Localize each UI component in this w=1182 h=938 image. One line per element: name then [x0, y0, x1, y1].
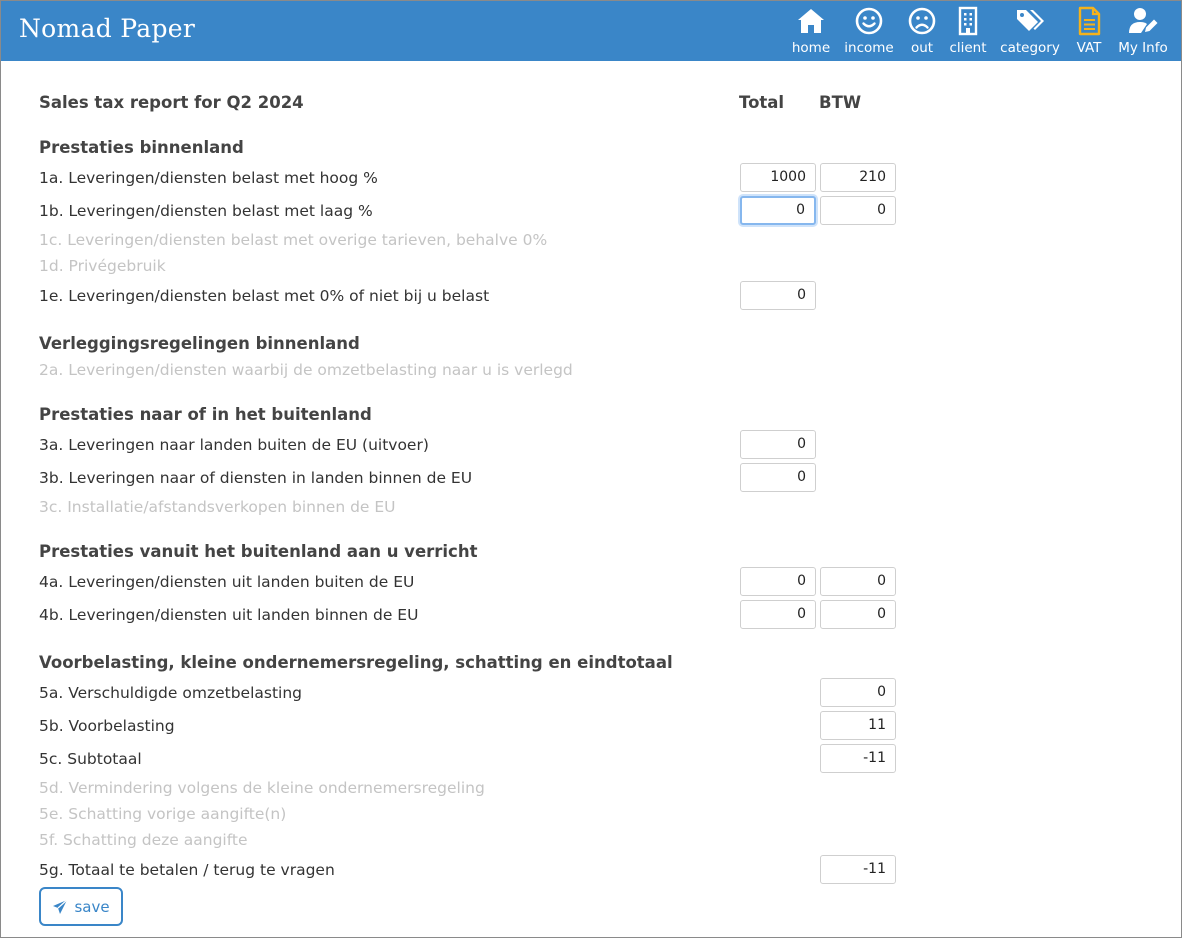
btw-input-5a[interactable]: 0 — [820, 678, 896, 707]
row-label-3c: 3c. Installatie/afstandsverkopen binnen … — [39, 498, 396, 516]
row-label-1e: 1e. Leveringen/diensten belast met 0% of… — [39, 287, 490, 305]
nav-myinfo-label: My Info — [1118, 40, 1168, 56]
total-input-3a[interactable]: 0 — [740, 430, 816, 459]
nav-home-label: home — [791, 40, 831, 56]
send-icon — [53, 899, 68, 914]
tags-icon — [1017, 10, 1044, 31]
nav-vat-label: VAT — [1076, 40, 1102, 56]
btw-input-1b[interactable]: 0 — [820, 196, 896, 225]
row-label-5g: 5g. Totaal te betalen / terug te vragen — [39, 861, 335, 879]
total-input-1b[interactable]: 0 — [740, 196, 816, 225]
app-logo[interactable]: Nomad Paper — [19, 14, 195, 43]
user-edit-icon — [1129, 8, 1158, 33]
frown-icon — [908, 7, 936, 35]
row-label-1c: 1c. Leveringen/diensten belast met overi… — [39, 231, 548, 249]
nav-category[interactable]: category — [999, 5, 1061, 59]
section-heading: Prestaties binnenland — [39, 138, 244, 157]
nav-home[interactable]: home — [791, 5, 831, 59]
section-heading: Verleggingsregelingen binnenland — [39, 334, 360, 353]
row-label-5b: 5b. Voorbelasting — [39, 717, 175, 735]
row-label-5c: 5c. Subtotaal — [39, 750, 142, 768]
row-label-1a: 1a. Leveringen/diensten belast met hoog … — [39, 169, 378, 187]
column-header-btw: BTW — [819, 93, 862, 112]
total-input-1a[interactable]: 1000 — [740, 163, 816, 192]
report-title: Sales tax report for Q2 2024 — [39, 93, 304, 112]
row-label-5f: 5f. Schatting deze aangifte — [39, 831, 248, 849]
nav-category-label: category — [1000, 40, 1060, 56]
smile-icon — [855, 7, 883, 35]
row-label-4a: 4a. Leveringen/diensten uit landen buite… — [39, 573, 415, 591]
btw-input-5g[interactable]: -11 — [820, 855, 896, 884]
nav-client-label: client — [949, 40, 987, 56]
save-button-label: save — [74, 897, 110, 916]
row-label-1d: 1d. Privégebruik — [39, 257, 166, 275]
row-label-5e: 5e. Schatting vorige aangifte(n) — [39, 805, 287, 823]
nav-myinfo[interactable]: My Info — [1115, 5, 1171, 59]
nav-client[interactable]: client — [948, 5, 988, 59]
nav-out[interactable]: out — [905, 5, 939, 59]
section-heading: Prestaties naar of in het buitenland — [39, 405, 372, 424]
column-header-total: Total — [739, 93, 785, 112]
section-heading: Prestaties vanuit het buitenland aan u v… — [39, 542, 478, 561]
building-icon — [958, 6, 978, 36]
row-label-3b: 3b. Leveringen naar of diensten in lande… — [39, 469, 473, 487]
row-label-1b: 1b. Leveringen/diensten belast met laag … — [39, 202, 373, 220]
total-input-4b[interactable]: 0 — [740, 600, 816, 629]
btw-input-5b[interactable]: 11 — [820, 711, 896, 740]
btw-input-4b[interactable]: 0 — [820, 600, 896, 629]
row-label-2a: 2a. Leveringen/diensten waarbij de omzet… — [39, 361, 573, 379]
total-input-4a[interactable]: 0 — [740, 567, 816, 596]
home-icon — [798, 9, 824, 33]
row-label-5a: 5a. Verschuldigde omzetbelasting — [39, 684, 302, 702]
top-navbar: Nomad Paper home income out client categ… — [1, 1, 1181, 61]
total-input-1e[interactable]: 0 — [740, 281, 816, 310]
nav-income-label: income — [844, 40, 894, 56]
row-label-5d: 5d. Vermindering volgens de kleine onder… — [39, 779, 485, 797]
app-window: Nomad Paper home income out client categ… — [0, 0, 1182, 938]
save-button[interactable]: save — [39, 887, 123, 926]
btw-input-4a[interactable]: 0 — [820, 567, 896, 596]
section-heading: Voorbelasting, kleine ondernemersregelin… — [39, 653, 673, 672]
row-label-3a: 3a. Leveringen naar landen buiten de EU … — [39, 436, 429, 454]
btw-input-1a[interactable]: 210 — [820, 163, 896, 192]
nav-income[interactable]: income — [844, 5, 894, 59]
btw-input-5c[interactable]: -11 — [820, 744, 896, 773]
nav-vat[interactable]: VAT — [1072, 5, 1106, 59]
row-label-4b: 4b. Leveringen/diensten uit landen binne… — [39, 606, 419, 624]
document-icon — [1078, 6, 1101, 36]
nav-out-label: out — [910, 40, 934, 56]
total-input-3b[interactable]: 0 — [740, 463, 816, 492]
